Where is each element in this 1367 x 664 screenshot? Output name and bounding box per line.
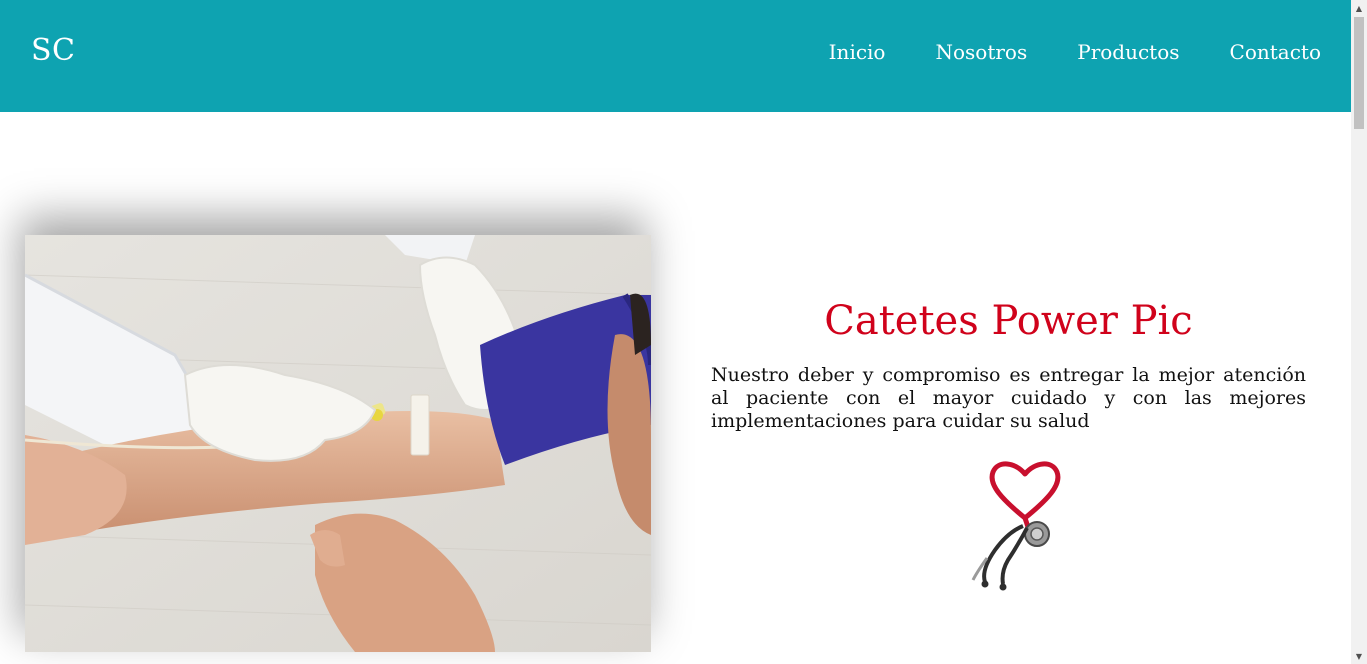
- nav-links: Inicio Nosotros Productos Contacto: [829, 40, 1321, 64]
- scroll-thumb[interactable]: [1354, 17, 1364, 129]
- logo[interactable]: SC: [31, 33, 76, 68]
- nav-link-contacto[interactable]: Contacto: [1230, 40, 1321, 64]
- stethoscope-heart-icon: [963, 460, 1068, 595]
- nav-link-productos[interactable]: Productos: [1077, 40, 1179, 64]
- nav-link-nosotros[interactable]: Nosotros: [935, 40, 1027, 64]
- hero-description: Nuestro deber y compromiso es entregar l…: [711, 364, 1306, 432]
- vertical-scrollbar[interactable]: ▲ ▼: [1351, 0, 1367, 664]
- nav-link-inicio[interactable]: Inicio: [829, 40, 886, 64]
- hero-title: Catetes Power Pic: [824, 298, 1193, 344]
- hero-content: Catetes Power Pic Nuestro deber y compro…: [711, 296, 1306, 433]
- scroll-down-arrow-icon[interactable]: ▼: [1351, 648, 1367, 664]
- scroll-up-arrow-icon[interactable]: ▲: [1351, 0, 1367, 16]
- iv-catheter-photo: [25, 235, 651, 652]
- navbar: SC Inicio Nosotros Productos Contacto: [0, 0, 1351, 112]
